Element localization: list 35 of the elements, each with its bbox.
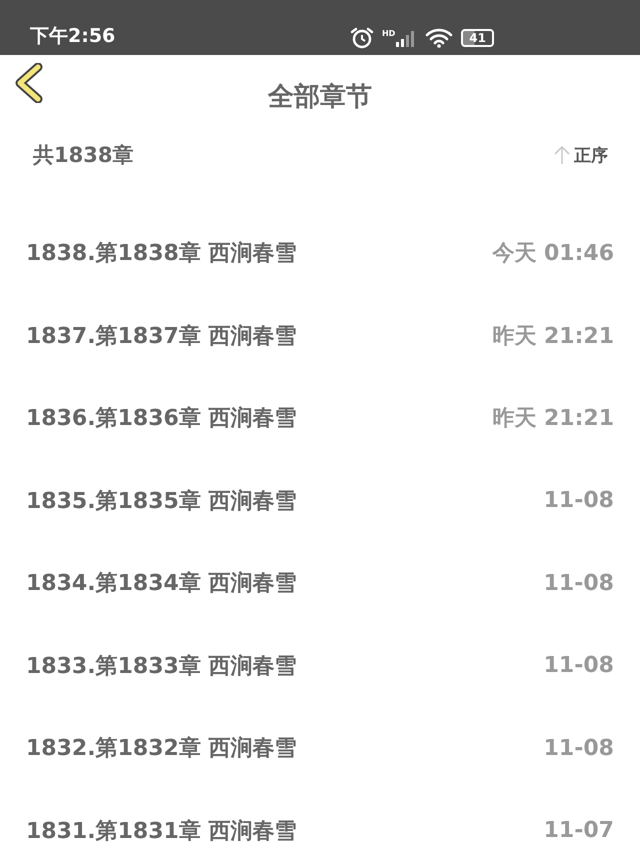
chapter-item[interactable]: 1832.第1832章 西涧春雪 11-08: [0, 707, 640, 790]
chapter-title: 1837.第1837章 西涧春雪: [26, 322, 296, 351]
chapter-title: 1831.第1831章 西涧春雪: [26, 818, 296, 846]
chapter-date: 今天 01:46: [492, 240, 614, 268]
chapter-title: 1833.第1833章 西涧春雪: [26, 652, 296, 681]
chapter-item[interactable]: 1831.第1831章 西涧春雪 11-07: [0, 790, 640, 868]
chapter-date: 11-07: [544, 818, 614, 844]
chapter-date: 11-08: [544, 653, 614, 678]
chapter-date: 昨天 21:21: [492, 405, 614, 434]
chapter-item[interactable]: 1837.第1837章 西涧春雪 昨天 21:21: [0, 294, 640, 377]
chapter-item[interactable]: 1835.第1835章 西涧春雪 11-08: [0, 460, 640, 542]
chapter-item[interactable]: 1838.第1838章 西涧春雪 今天 01:46: [0, 212, 640, 294]
status-time: 下午2:56: [30, 24, 116, 49]
chapter-date: 11-08: [544, 570, 614, 596]
wifi-icon: [425, 28, 454, 48]
chapter-count: 共1838章: [33, 142, 134, 169]
chapter-date: 11-08: [544, 488, 614, 514]
back-button[interactable]: [14, 63, 44, 106]
sort-button[interactable]: 正序: [554, 144, 608, 166]
page-title: 全部章节: [268, 81, 372, 114]
back-chevron-icon: [14, 63, 44, 103]
up-arrow-icon: [554, 145, 570, 165]
alarm-clock-icon: [350, 27, 374, 49]
chapter-item[interactable]: 1833.第1833章 西涧春雪 11-08: [0, 624, 640, 707]
chapter-title: 1836.第1836章 西涧春雪: [26, 405, 296, 434]
chapter-item[interactable]: 1834.第1834章 西涧春雪 11-08: [0, 542, 640, 624]
chapter-title: 1832.第1832章 西涧春雪: [26, 735, 296, 764]
network-label: HD: [382, 29, 396, 38]
chapter-title: 1838.第1838章 西涧春雪: [26, 240, 296, 268]
chapter-title: 1834.第1834章 西涧春雪: [26, 570, 296, 598]
chapter-item[interactable]: 1836.第1836章 西涧春雪 昨天 21:21: [0, 377, 640, 460]
battery-indicator: 41: [461, 29, 494, 47]
chapter-date: 11-08: [544, 736, 614, 761]
chapter-date: 昨天 21:21: [492, 322, 614, 351]
chapter-title: 1835.第1835章 西涧春雪: [26, 488, 296, 516]
